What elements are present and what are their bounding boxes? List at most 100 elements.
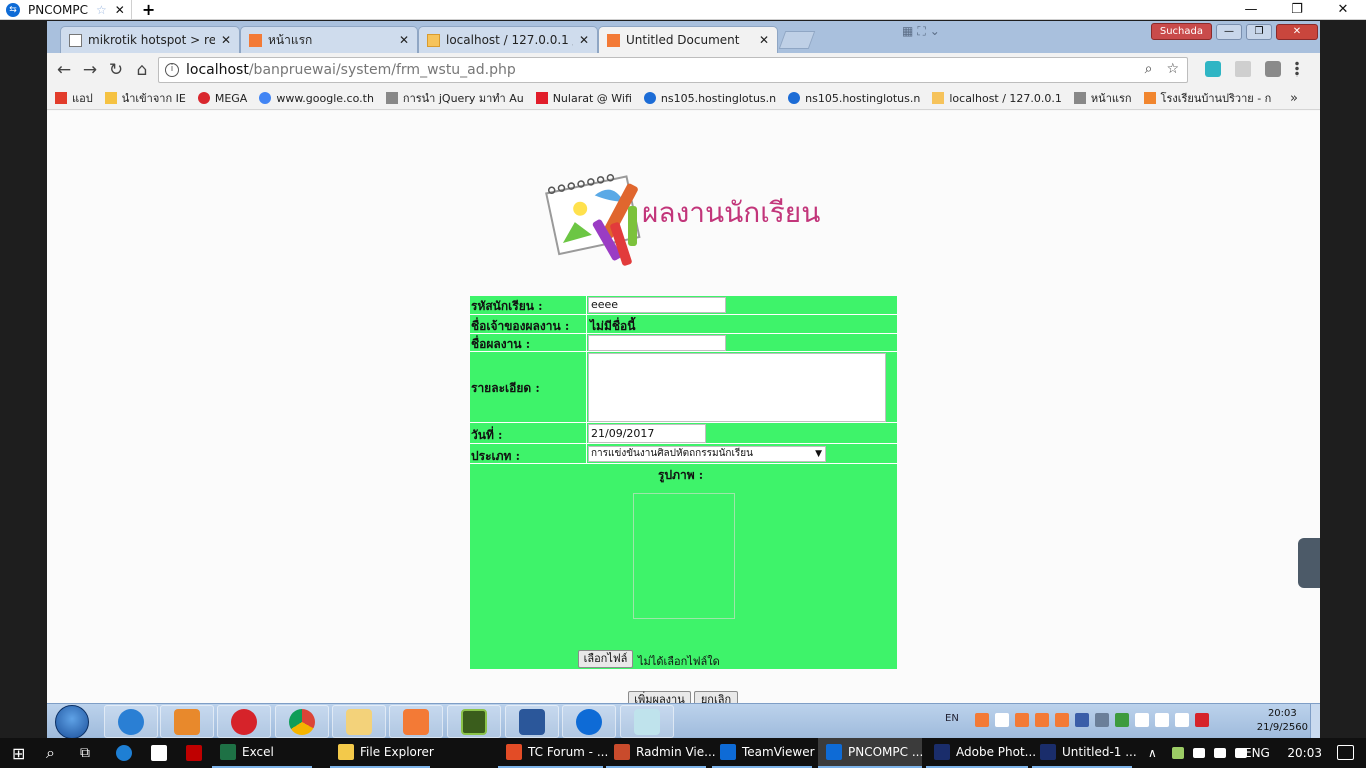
taskbar-item[interactable]: Radmin Vie... <box>606 738 716 768</box>
tab-close-icon[interactable]: ✕ <box>759 33 769 47</box>
close-session-icon[interactable]: ✕ <box>115 3 125 17</box>
tray-overflow-icon[interactable]: ∧ <box>1140 738 1157 768</box>
tray-flag-icon[interactable] <box>1154 713 1169 727</box>
store-taskbar-button[interactable] <box>143 738 167 768</box>
bookmark-item[interactable]: MEGA <box>197 92 247 105</box>
taskbar-item[interactable]: TC Forum - ... <box>498 738 608 768</box>
bookmark-item[interactable]: การนำ jQuery มาทำ Au <box>385 89 524 107</box>
work-name-input[interactable] <box>588 335 726 351</box>
tray-xampp-icon[interactable] <box>1014 713 1029 727</box>
date-input[interactable]: 21/09/2017 <box>588 424 706 443</box>
minimize-button[interactable]: — <box>1228 0 1274 20</box>
task-view-icon[interactable]: ⧉ <box>72 738 90 768</box>
profile-button[interactable]: Suchada <box>1150 23 1212 40</box>
bookmark-item[interactable]: ns105.hostinglotus.n <box>788 92 920 105</box>
info-icon[interactable]: i <box>165 63 179 77</box>
taskbar-item[interactable]: PNCOMPC ... <box>818 738 923 768</box>
taskbar-item[interactable]: Untitled-1 ... <box>1032 738 1137 768</box>
teamviewer-side-handle[interactable] <box>1298 538 1320 588</box>
local-clock[interactable]: 20:03 <box>1287 746 1322 760</box>
tray-security-icon[interactable] <box>1114 713 1129 727</box>
edge-taskbar-button[interactable] <box>108 738 132 768</box>
star-icon[interactable]: ☆ <box>96 3 107 17</box>
remote-explorer-button[interactable] <box>332 705 386 738</box>
tab-phpmyadmin[interactable]: localhost / 127.0.0.1 / ba ✕ <box>418 26 598 53</box>
bookmarks-overflow-icon[interactable]: » <box>1290 91 1298 106</box>
remote-clock[interactable]: 20:03 21/9/2560 <box>1257 707 1308 735</box>
local-language[interactable]: ENG <box>1236 738 1270 768</box>
taskbar-item[interactable]: TeamViewer <box>712 738 815 768</box>
browser-close-button[interactable]: ✕ <box>1276 23 1318 40</box>
bookmark-item[interactable]: โรงเรียนบ้านปริวาย - ก <box>1143 89 1271 107</box>
browser-maximize-button[interactable]: ❐ <box>1246 23 1272 40</box>
network-icon[interactable] <box>1214 748 1226 758</box>
bookmark-item[interactable]: นำเข้าจาก IE <box>104 89 186 107</box>
new-session-icon[interactable]: + <box>132 0 165 19</box>
remote-ie-button[interactable] <box>104 705 158 738</box>
choose-file-button[interactable]: เลือกไฟล์ <box>578 650 633 668</box>
bookmark-item[interactable]: ns105.hostinglotus.n <box>643 92 776 105</box>
tray-misc-icon[interactable] <box>1194 713 1209 727</box>
extension-pdf-icon[interactable] <box>1235 61 1251 77</box>
remote-language[interactable]: EN <box>945 713 959 727</box>
remote-start-button[interactable] <box>55 705 89 738</box>
extension-m-icon[interactable] <box>1205 61 1221 77</box>
bookmark-item[interactable]: หน้าแรก <box>1073 89 1132 107</box>
remote-notes-button[interactable] <box>620 705 674 738</box>
taskbar-item[interactable]: Adobe Phot... <box>926 738 1036 768</box>
tab-mikrotik[interactable]: mikrotik hotspot > redire ✕ <box>60 26 240 53</box>
remote-xampp-button[interactable] <box>389 705 443 738</box>
zoom-icon[interactable]: ⌕ <box>1145 61 1153 77</box>
address-bar[interactable]: i localhost/banpruewai/system/frm_wstu_a… <box>158 57 1188 83</box>
taskbar-item[interactable]: Excel <box>212 738 312 768</box>
tray-xampp-icon[interactable] <box>1034 713 1049 727</box>
tab-close-icon[interactable]: ✕ <box>579 33 589 47</box>
tray-signal-icon[interactable] <box>1094 713 1109 727</box>
tab-close-icon[interactable]: ✕ <box>221 33 231 47</box>
bookmark-item[interactable]: www.google.co.th <box>259 92 374 105</box>
reload-icon[interactable]: ↻ <box>103 60 129 80</box>
close-button[interactable]: ✕ <box>1320 0 1366 20</box>
remote-teamviewer-button[interactable] <box>562 705 616 738</box>
remote-chrome-button[interactable] <box>275 705 329 738</box>
remote-app-button[interactable] <box>217 705 271 738</box>
tab-untitled-document[interactable]: Untitled Document ✕ <box>598 26 778 53</box>
teamviewer-session-tab[interactable]: ⇆ PNCOMPC ☆ ✕ <box>0 0 132 20</box>
taskbar-item[interactable]: File Explorer <box>330 738 434 768</box>
tray-device-icon[interactable] <box>1134 713 1149 727</box>
bookmark-item[interactable]: Nularat @ Wifi <box>535 92 632 105</box>
student-id-input[interactable]: eeee <box>588 297 726 313</box>
remote-show-desktop-button[interactable] <box>1310 704 1320 738</box>
restore-button[interactable]: ❐ <box>1274 0 1320 20</box>
search-icon[interactable]: ⌕ <box>38 738 55 768</box>
tray-chat-icon[interactable] <box>994 713 1009 727</box>
type-select[interactable]: การแข่งขันงานศิลปหัตถกรรมนักเรียน ▼ <box>588 446 826 462</box>
tray-app-icon[interactable] <box>974 713 989 727</box>
new-tab-button[interactable] <box>778 31 816 49</box>
menu-icon[interactable] <box>1295 61 1299 77</box>
tab-close-icon[interactable]: ✕ <box>399 33 409 47</box>
back-icon[interactable]: ← <box>51 60 77 80</box>
bookmark-star-icon[interactable]: ☆ <box>1166 61 1179 77</box>
grid-icon[interactable]: ▦ <box>902 24 913 39</box>
bookmark-item[interactable]: localhost / 127.0.0.1 <box>932 92 1062 105</box>
tray-network-icon[interactable] <box>1074 713 1089 727</box>
remote-media-player-button[interactable] <box>160 705 214 738</box>
remote-word-button[interactable] <box>505 705 559 738</box>
filezilla-taskbar-button[interactable] <box>178 738 202 768</box>
detail-textarea[interactable] <box>588 353 886 422</box>
forward-icon[interactable]: → <box>77 60 103 80</box>
tray-xampp-icon[interactable] <box>1054 713 1069 727</box>
remote-dreamweaver-button[interactable] <box>447 705 501 738</box>
tray-volume-icon[interactable] <box>1174 713 1189 727</box>
browser-minimize-button[interactable]: — <box>1216 23 1242 40</box>
camera-icon[interactable] <box>1265 61 1281 77</box>
expand-icon[interactable]: ⛶ <box>917 24 925 39</box>
windows-start-icon[interactable]: ⊞ <box>4 738 25 768</box>
action-center-icon[interactable] <box>1337 745 1354 760</box>
chevron-down-icon[interactable]: ⌄ <box>930 24 940 39</box>
tab-home[interactable]: หน้าแรก ✕ <box>240 26 418 53</box>
battery-icon[interactable] <box>1193 748 1205 758</box>
tray-app-icon[interactable] <box>1172 747 1184 759</box>
bookmark-item[interactable]: แอป <box>55 89 93 107</box>
